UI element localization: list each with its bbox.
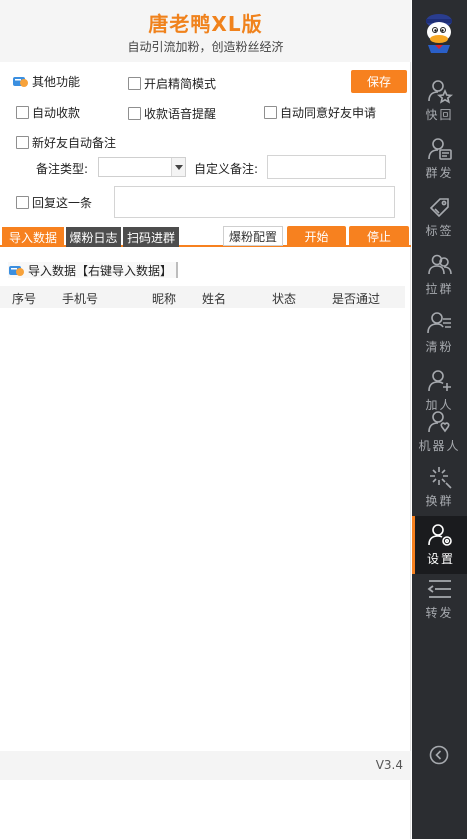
app-title: 唐老鸭XL版 xyxy=(148,12,263,36)
group-icon xyxy=(427,254,452,275)
auto-receive-label: 自动收款 xyxy=(32,106,81,120)
tab-scan-join-group[interactable]: 扫码进群 xyxy=(123,227,179,247)
column-header[interactable]: 是否通过 xyxy=(332,290,380,307)
start-button[interactable]: 开始 xyxy=(287,226,346,247)
table-header: 序号 手机号 昵称 姓名 状态 是否通过 xyxy=(0,286,405,308)
import-data-section-title[interactable]: 导入数据【右键导入数据】 xyxy=(8,262,179,278)
auto-remark-label: 新好友自动备注 xyxy=(32,136,117,150)
sidebar-item-quick-reply[interactable]: 快回 xyxy=(412,72,467,130)
column-header[interactable]: 手机号 xyxy=(62,290,98,307)
auto-remark-option[interactable]: 新好友自动备注 xyxy=(16,134,116,151)
column-header[interactable]: 状态 xyxy=(272,290,296,307)
column-header[interactable]: 序号 xyxy=(12,290,36,307)
column-header[interactable]: 姓名 xyxy=(202,290,226,307)
voice-reminder-label: 收款语音提醒 xyxy=(144,107,217,121)
remark-type-label: 备注类型: xyxy=(36,162,89,176)
sparkle-icon xyxy=(429,467,452,489)
auto-accept-friend-checkbox[interactable] xyxy=(264,106,277,119)
collapse-icon[interactable] xyxy=(429,745,449,765)
sidebar: 快回 群发 标签 拉群 清粉 加人 机器人 换群 设置 转发 xyxy=(412,0,467,839)
other-features-label: 其他功能 xyxy=(32,75,81,89)
user-settings-icon xyxy=(428,524,452,546)
reply-once-option[interactable]: 回复这一条 xyxy=(16,194,92,211)
sidebar-item-label: 机器人 xyxy=(418,439,461,453)
save-button[interactable]: 保存 xyxy=(351,70,407,93)
reply-text-input[interactable] xyxy=(114,186,395,218)
auto-receive-checkbox[interactable] xyxy=(16,106,29,119)
simple-mode-checkbox[interactable] xyxy=(128,77,141,90)
simple-mode-label: 开启精简模式 xyxy=(144,77,217,91)
sidebar-item-label: 拉群 xyxy=(425,282,454,296)
sidebar-item-clean-fans[interactable]: 清粉 xyxy=(412,304,467,362)
sidebar-item-label: 快回 xyxy=(425,108,454,122)
sidebar-item-tags[interactable]: 标签 xyxy=(412,188,467,246)
auto-remark-checkbox[interactable] xyxy=(16,136,29,149)
sidebar-item-label: 设置 xyxy=(426,552,455,566)
simple-mode-option[interactable]: 开启精简模式 xyxy=(128,75,216,92)
header: 唐老鸭XL版 自动引流加粉，创造粉丝经济 xyxy=(0,0,411,62)
star-user-icon xyxy=(427,80,453,104)
tabs-bar: 导入数据 爆粉日志 扫码进群 爆粉配置 开始 停止 xyxy=(0,225,411,247)
fans-config-button[interactable]: 爆粉配置 xyxy=(223,226,283,246)
custom-remark-label: 自定义备注: xyxy=(194,162,259,176)
reply-once-label: 回复这一条 xyxy=(32,196,93,210)
sidebar-item-change-group[interactable]: 换群 xyxy=(412,458,467,516)
sidebar-item-settings[interactable]: 设置 xyxy=(412,516,467,574)
other-features-heading: 其他功能 xyxy=(12,73,80,90)
remark-type-select[interactable] xyxy=(98,157,186,177)
sidebar-item-label: 群发 xyxy=(425,166,454,180)
auto-accept-friend-option[interactable]: 自动同意好友申请 xyxy=(264,104,376,121)
chevron-down-icon[interactable] xyxy=(171,158,185,176)
add-user-icon xyxy=(427,370,451,392)
auto-accept-friend-label: 自动同意好友申请 xyxy=(280,106,377,120)
forward-list-icon xyxy=(427,580,451,598)
tab-import-data[interactable]: 导入数据 xyxy=(2,227,64,247)
reply-once-checkbox[interactable] xyxy=(16,196,29,209)
sidebar-item-forward[interactable]: 转发 xyxy=(412,570,467,628)
app-subtitle: 自动引流加粉，创造粉丝经济 xyxy=(127,40,284,54)
robot-user-icon xyxy=(427,411,449,433)
avatar[interactable] xyxy=(420,12,458,54)
tab-fans-log[interactable]: 爆粉日志 xyxy=(66,227,121,247)
column-header[interactable]: 昵称 xyxy=(152,290,176,307)
sidebar-item-label: 换群 xyxy=(425,494,454,508)
table-body[interactable] xyxy=(0,308,405,751)
custom-remark-input[interactable] xyxy=(267,155,386,179)
sidebar-item-label: 清粉 xyxy=(425,340,454,354)
send-card-icon xyxy=(427,138,452,160)
stop-button[interactable]: 停止 xyxy=(349,226,409,247)
status-bar: V3.4 xyxy=(0,751,411,780)
import-icon xyxy=(9,265,24,276)
features-icon xyxy=(13,77,28,87)
sidebar-item-robot[interactable]: 机器人 xyxy=(412,403,467,457)
sidebar-item-label: 转发 xyxy=(425,606,454,620)
main-panel: 唐老鸭XL版 自动引流加粉，创造粉丝经济 其他功能 开启精简模式 保存 自动收款… xyxy=(0,0,411,839)
clean-fans-icon xyxy=(426,312,451,334)
auto-receive-option[interactable]: 自动收款 xyxy=(16,104,80,121)
voice-reminder-checkbox[interactable] xyxy=(128,107,141,120)
version-label: V3.4 xyxy=(375,758,403,772)
sidebar-item-pull-group[interactable]: 拉群 xyxy=(412,246,467,304)
tag-icon xyxy=(429,198,449,218)
sidebar-item-mass-send[interactable]: 群发 xyxy=(412,130,467,188)
voice-reminder-option[interactable]: 收款语音提醒 xyxy=(128,105,216,122)
sidebar-item-label: 标签 xyxy=(425,224,454,238)
import-data-section-label: 导入数据【右键导入数据】 xyxy=(28,263,173,278)
